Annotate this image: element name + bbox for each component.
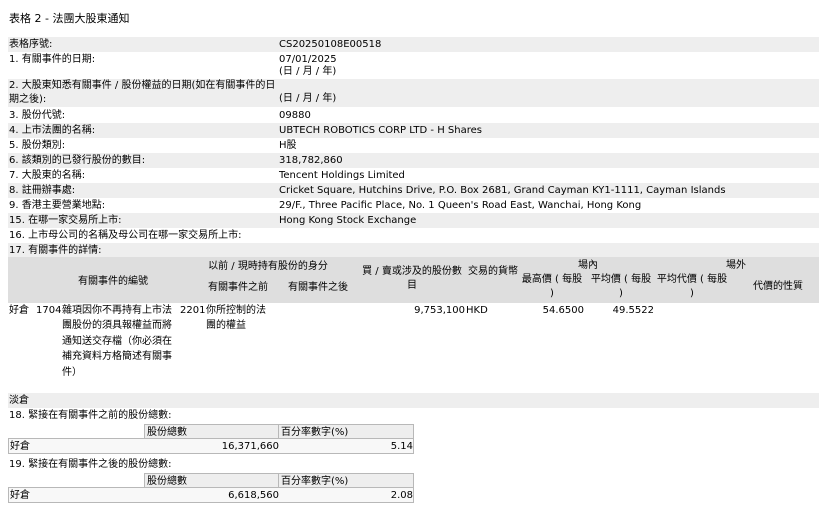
capacity-code: 2201 [180,305,206,316]
field-value: 318,782,860 [279,155,343,166]
header-offex-average: 平均代價 ( 每股 ) [656,274,728,299]
event-table-header: 有關事件的編號 以前 / 現時持有股份的身分 有關事件之前 有關事件之後 買 /… [8,257,819,303]
field-label: 7. 大股東的名稱: [9,170,86,181]
field-exchange: 15. 在哪一家交易所上市: Hong Kong Stock Exchange [8,213,819,228]
field-event-details: 17. 有關事件的詳情: [8,243,819,258]
field-value: Tencent Holdings Limited [279,170,405,181]
event-currency: HKD [466,305,488,316]
field-value: 09880 [279,110,311,121]
header-offexchange: 場外 [726,260,746,271]
field-stock-code: 3. 股份代號: 09880 [8,108,819,123]
event-average-price: 49.5522 [612,305,654,316]
header-capacity-before: 有關事件之前 [208,282,268,293]
after-section-title: 19. 緊接在有關事件之後的股份總數: [9,459,172,470]
header-consideration: 代價的性質 [753,281,803,292]
field-value: Cricket Square, Hutchins Drive, P.O. Box… [279,185,726,196]
before-shares: 16,371,660 [221,441,279,452]
before-pct: 5.14 [390,441,413,452]
short-position-label: 淡倉 [9,395,29,406]
after-position: 好倉 [10,490,30,501]
date-format-hint: (日 / 月 / 年) [279,66,337,77]
event-code: 1704 [36,305,62,316]
field-value: 29/F., Three Pacific Place, No. 1 Queen'… [279,200,642,211]
field-label: 9. 香港主要營業地點: [9,200,106,211]
field-label: 17. 有關事件的詳情: [9,245,102,256]
event-description: 雜項因你不再持有上市法團股份的須具報權益而將通知送交存檔（你必須在補充資料方格簡… [62,305,172,378]
header-currency: 交易的貨幣 [468,266,518,277]
field-label: 3. 股份代號: [9,110,66,121]
field-label: 5. 股份類別: [9,140,66,151]
event-position: 好倉 [9,305,29,316]
header-capacity-group: 以前 / 現時持有股份的身分 [208,261,328,272]
field-value: UBTECH ROBOTICS CORP LTD - H Shares [279,125,482,136]
field-hk-address: 9. 香港主要營業地點: 29/F., Three Pacific Place,… [8,198,819,213]
field-label: 8. 註冊辦事處: [9,185,76,196]
header-average-price: 平均價 ( 每股 ) [590,274,652,299]
header-event-code: 有關事件的編號 [78,276,148,287]
field-parent-company: 16. 上市母公司的名稱及母公司在哪一家交易所上市: [8,228,819,243]
before-section-title: 18. 緊接在有關事件之前的股份總數: [9,410,172,421]
after-col-pct: 百分率數字(%) [278,473,414,488]
capacity-description: 你所控制的法團的權益 [206,305,266,332]
after-long-row: 好倉 6,618,560 2.08 [8,487,414,503]
field-form-serial: 表格序號: CS20250108E00518 [8,37,819,52]
header-shares-involved: 買 / 賣或涉及的股份數目 [362,266,462,291]
field-aware-date: 2. 大股東知悉有關事件 / 股份權益的日期(如在有關事件的日期之後): (日 … [8,79,819,107]
field-label: 4. 上市法團的名稱: [9,125,96,136]
field-event-date-format: (日 / 月 / 年) [8,64,819,79]
field-issued-shares: 6. 該類別的已發行股份的數目: 318,782,860 [8,153,819,168]
field-label: 表格序號: [9,39,53,50]
field-value: Hong Kong Stock Exchange [279,215,417,226]
field-registered-office: 8. 註冊辦事處: Cricket Square, Hutchins Drive… [8,183,819,198]
field-issuer-name: 4. 上市法團的名稱: UBTECH ROBOTICS CORP LTD - H… [8,123,819,138]
after-shares: 6,618,560 [228,490,279,501]
field-label: 6. 該類別的已發行股份的數目: [9,155,146,166]
field-label: 16. 上市母公司的名稱及母公司在哪一家交易所上市: [9,230,242,241]
after-pct: 2.08 [390,490,413,501]
field-value: CS20250108E00518 [279,39,382,50]
event-highest-price: 54.6500 [542,305,584,316]
field-value: (日 / 月 / 年) [279,93,337,104]
header-onexchange: 場內 [578,260,598,271]
before-col-pct: 百分率數字(%) [278,424,414,439]
field-label: 15. 在哪一家交易所上市: [9,215,122,226]
after-col-shares: 股份總數 [144,473,279,488]
field-label: 2. 大股東知悉有關事件 / 股份權益的日期(如在有關事件的日期之後): [9,80,276,105]
header-capacity-after: 有關事件之後 [288,282,348,293]
field-value: H股 [279,140,297,151]
header-highest-price: 最高價 ( 每股 ) [521,274,583,299]
before-long-row: 好倉 16,371,660 5.14 [8,438,414,454]
form-title: 表格 2 - 法團大股東通知 [9,12,130,25]
before-col-shares: 股份總數 [144,424,279,439]
short-position-row: 淡倉 [8,393,819,408]
field-shareholder-name: 7. 大股東的名稱: Tencent Holdings Limited [8,168,819,183]
event-shares: 9,753,100 [414,305,465,316]
field-share-class: 5. 股份類別: H股 [8,138,819,153]
before-position: 好倉 [10,441,30,452]
